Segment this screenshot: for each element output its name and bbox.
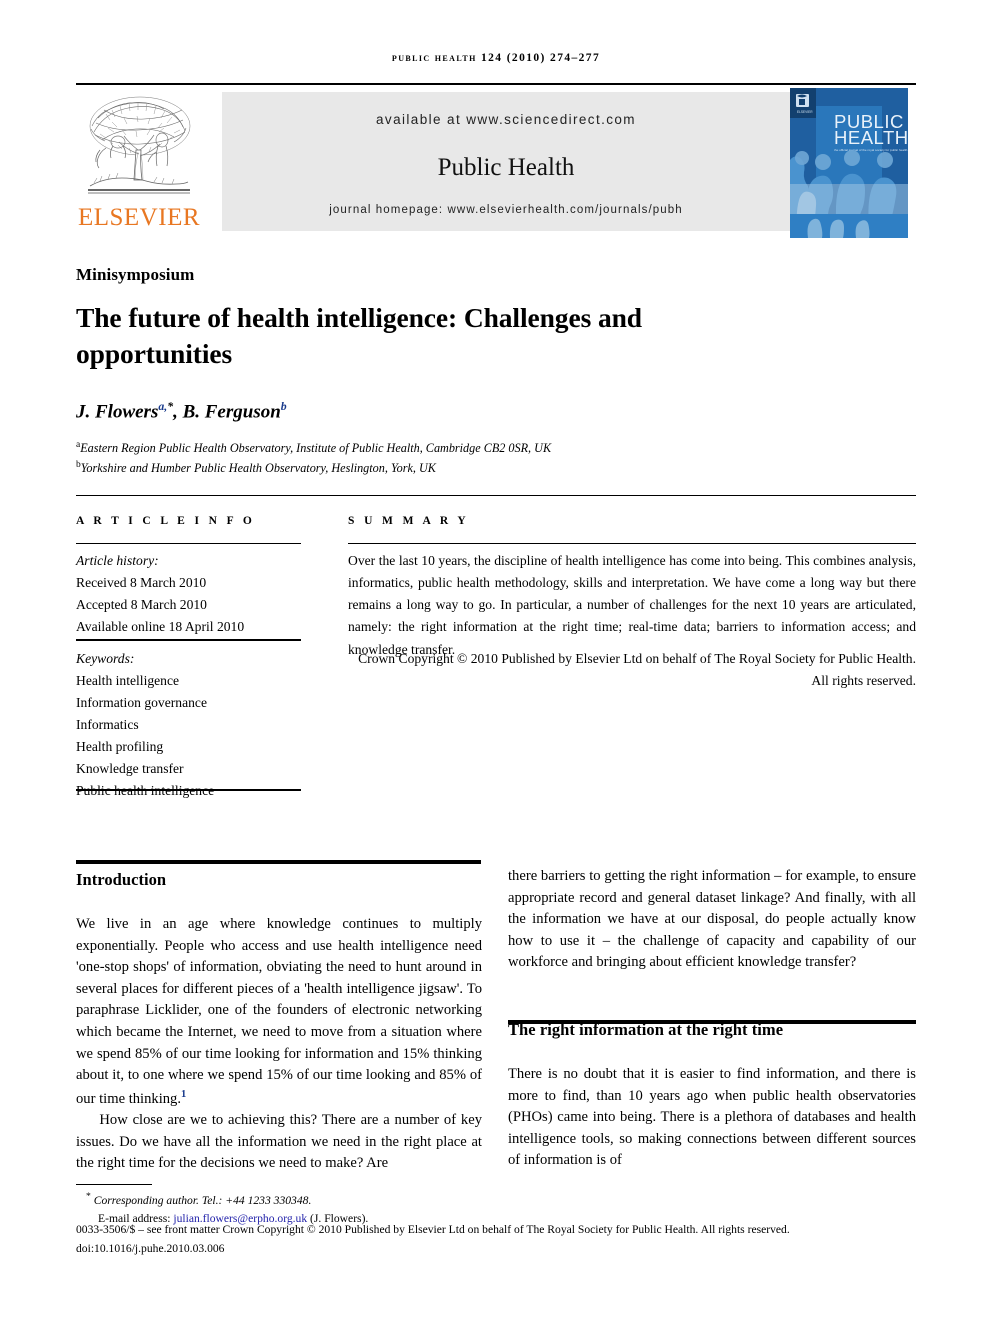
heading-right-information: The right information at the right time <box>508 1019 784 1039</box>
intro-paragraph-1: We live in an age where knowledge contin… <box>76 914 482 1110</box>
author-list: J. Flowersa,*, B. Fergusonb <box>76 400 287 423</box>
elsevier-tree-icon <box>88 96 191 194</box>
affiliation-a-text: Eastern Region Public Health Observatory… <box>80 441 552 456</box>
copyright-footer: 0033-3506/$ – see front matter Crown Cop… <box>76 1221 918 1258</box>
info-rule-upper <box>76 543 301 544</box>
keyword-item[interactable]: Health intelligence <box>76 670 311 692</box>
section-2-paragraph-1: There is no doubt that it is easier to f… <box>508 1065 916 1169</box>
affiliation-b-text: Yorkshire and Humber Public Health Obser… <box>80 460 436 475</box>
body-column-right: there barriers to getting the right info… <box>508 866 916 1172</box>
keyword-item[interactable]: Health profiling <box>76 736 311 758</box>
summary-text: Over the last 10 years, the discipline o… <box>348 550 916 661</box>
journal-homepage-link[interactable]: journal homepage: www.elsevierhealth.com… <box>222 204 790 216</box>
sciencedirect-banner: available at www.sciencedirect.com Publi… <box>222 92 790 231</box>
intro-paragraph-continued: there barriers to getting the right info… <box>508 868 916 971</box>
keyword-item[interactable]: Informatics <box>76 714 311 736</box>
article-info-heading-wrap: A R T I C L E I N F O <box>76 515 301 527</box>
intro-paragraph-1-text: We live in an age where knowledge contin… <box>76 916 482 1107</box>
summary-heading: S U M M A R Y <box>348 515 470 527</box>
masthead: ELSEVIER available at www.sciencedirect.… <box>76 88 934 238</box>
elsevier-logo[interactable]: ELSEVIER <box>76 88 202 238</box>
article-history: Article history: Received 8 March 2010 A… <box>76 550 311 638</box>
masthead-top-rule <box>76 83 916 85</box>
corresponding-author-note: * Corresponding author. Tel.: +44 1233 3… <box>76 1190 918 1210</box>
section-label: Minisymposium <box>76 265 195 284</box>
affiliation-a: aEastern Region Public Health Observator… <box>76 438 836 458</box>
doi-line[interactable]: doi:10.1016/j.puhe.2010.03.006 <box>76 1240 918 1259</box>
affiliation-b: bYorkshire and Humber Public Health Obse… <box>76 458 836 478</box>
keyword-item[interactable]: Knowledge transfer <box>76 758 311 780</box>
keywords-label: Keywords: <box>76 651 135 666</box>
history-received: Received 8 March 2010 <box>76 575 207 591</box>
citation-ref-1[interactable]: 1 <box>181 1089 186 1100</box>
footnote-rule <box>76 1184 152 1185</box>
running-head: Public Health 124 (2010) 274–277 <box>76 52 916 64</box>
keyword-item[interactable]: Information governance <box>76 692 311 714</box>
summary-copyright: Crown Copyright © 2010 Published by Else… <box>358 651 916 689</box>
svg-text:HEALTH: HEALTH <box>834 127 909 148</box>
svg-text:the official journal of the ro: the official journal of the royal societ… <box>834 148 908 152</box>
journal-article-page: Public Health 124 (2010) 274–277 <box>0 0 992 1323</box>
info-section-top-rule <box>76 495 916 496</box>
body-column-left: Introduction We live in an age where kno… <box>76 870 482 1175</box>
history-online: Available online 18 April 2010 <box>76 619 245 635</box>
corresponding-author-text: Corresponding author. Tel.: +44 1233 330… <box>93 1193 312 1207</box>
history-accepted: Accepted 8 March 2010 <box>76 597 207 613</box>
keyword-item[interactable]: Public health intelligence <box>76 780 311 802</box>
author-2: B. Ferguson <box>182 401 281 423</box>
running-head-text: Public Health 124 (2010) 274–277 <box>391 52 601 64</box>
keyword-list: Keywords: Health intelligence Informatio… <box>76 648 311 802</box>
journal-title: Public Health <box>437 154 575 181</box>
journal-cover-image: ELSEVIER PUBLIC HEALTH the official jour… <box>790 88 934 238</box>
author-1: J. Flowers <box>76 401 159 423</box>
info-rule-middle <box>76 639 301 641</box>
page-title: The future of health intelligence: Chall… <box>76 302 642 370</box>
journal-cover-thumbnail[interactable]: ELSEVIER PUBLIC HEALTH the official jour… <box>790 88 934 238</box>
author-2-affil-marker: b <box>280 400 287 413</box>
article-info-heading: A R T I C L E I N F O <box>76 515 256 527</box>
corresponding-marker: * <box>86 1191 91 1202</box>
article-history-label: Article history: <box>76 553 159 568</box>
heading-introduction: Introduction <box>76 870 167 889</box>
summary-heading-wrap: S U M M A R Y <box>348 515 916 527</box>
intro-paragraph-2: How close are we to achieving this? Ther… <box>76 1112 482 1172</box>
summary-rule-upper <box>348 543 916 544</box>
issn-copyright-line: 0033-3506/$ – see front matter Crown Cop… <box>76 1223 790 1236</box>
summary-paragraph: Over the last 10 years, the discipline o… <box>348 553 916 657</box>
author-1-affil-marker: a, <box>158 400 168 413</box>
body-left-top-rule <box>76 860 481 864</box>
available-at-text[interactable]: available at www.sciencedirect.com <box>222 112 790 127</box>
elsevier-wordmark: ELSEVIER <box>77 204 201 231</box>
svg-text:ELSEVIER: ELSEVIER <box>797 110 813 114</box>
affiliation-list: aEastern Region Public Health Observator… <box>76 438 836 477</box>
